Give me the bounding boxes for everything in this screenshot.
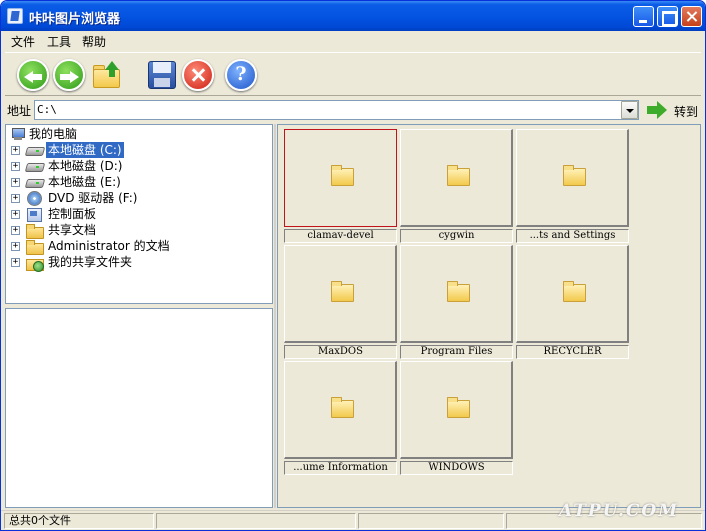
thumbnail-item[interactable]: MaxDOS — [284, 245, 397, 361]
folder-icon — [331, 396, 354, 418]
status-file-count: 总共0个文件 — [4, 513, 154, 529]
folder-icon — [25, 223, 44, 239]
tree-item-label: 共享文档 — [48, 223, 97, 237]
thumbnail-caption: WINDOWS — [400, 461, 513, 475]
thumbnail-caption: ...ts and Settings — [516, 229, 629, 243]
toolbar: ? — [5, 52, 701, 96]
expand-icon[interactable]: + — [11, 210, 20, 219]
forward-button[interactable] — [53, 59, 85, 91]
window-title: 咔咔图片浏览器 — [29, 12, 121, 27]
thumbnail-item[interactable]: cygwin — [400, 129, 513, 245]
thumbnail-item[interactable]: Program Files — [400, 245, 513, 361]
expand-icon[interactable]: + — [11, 194, 20, 203]
stop-button[interactable] — [182, 59, 214, 91]
dvd-icon — [25, 191, 43, 206]
thumbnail-caption: ...ume Information — [284, 461, 397, 475]
thumbnail-frame — [284, 245, 397, 343]
folder-icon — [447, 396, 470, 418]
tree-item-label: 控制面板 — [48, 207, 97, 221]
shared-folder-icon — [25, 255, 44, 272]
drive-icon — [25, 159, 43, 173]
thumbnail-caption: clamav-devel — [284, 229, 397, 243]
pane-splitter[interactable] — [274, 124, 276, 508]
up-folder-button[interactable] — [91, 59, 123, 91]
thumbnail-frame — [284, 361, 397, 459]
thumbnail-item[interactable]: ...ts and Settings — [516, 129, 629, 245]
folder-tree[interactable]: 我的电脑 + 本地磁盘 (C:) + 本地磁盘 (D:) + 本地磁盘 (E:)… — [5, 124, 273, 304]
thumbnail-frame — [400, 129, 513, 227]
app-icon[interactable] — [7, 8, 23, 24]
folder-icon — [563, 280, 586, 302]
expand-icon[interactable]: + — [11, 242, 20, 251]
drive-icon — [25, 175, 43, 189]
folder-icon — [25, 239, 44, 255]
go-label: 转到 — [674, 105, 699, 119]
thumbnail-frame — [516, 129, 629, 227]
app-window: 咔咔图片浏览器 文件 工具 帮助 ? 地址 C:\ 转到 我的电脑 + 本地磁盘… — [0, 0, 706, 531]
address-input[interactable]: C:\ — [34, 100, 639, 120]
tree-item-label: 我的共享文件夹 — [48, 255, 133, 269]
thumbnail-caption: MaxDOS — [284, 345, 397, 359]
tree-item-label: 我的电脑 — [29, 127, 78, 141]
folder-icon — [447, 164, 470, 186]
tree-item-label: 本地磁盘 (C:) — [46, 142, 124, 158]
drive-icon — [25, 143, 43, 157]
folder-icon — [447, 280, 470, 302]
close-button[interactable] — [681, 6, 702, 27]
control-panel-icon — [25, 207, 43, 222]
menu-help[interactable]: 帮助 — [82, 33, 106, 50]
thumbnail-item[interactable]: WINDOWS — [400, 361, 513, 477]
minimize-button[interactable] — [633, 6, 654, 27]
forward-arrow-icon — [60, 71, 79, 83]
folder-icon — [563, 164, 586, 186]
thumbnail-caption: cygwin — [400, 229, 513, 243]
thumbnail-item[interactable]: ...ume Information — [284, 361, 397, 477]
expand-icon[interactable]: + — [11, 162, 20, 171]
menu-file[interactable]: 文件 — [11, 33, 35, 50]
folder-icon — [331, 164, 354, 186]
thumbnail-caption: Program Files — [400, 345, 513, 359]
watermark: ATPU.COM — [559, 501, 680, 521]
status-cell-2 — [156, 513, 356, 529]
preview-pane — [5, 308, 273, 508]
tree-item-label: Administrator 的文档 — [48, 239, 170, 253]
go-button[interactable]: 转到 — [647, 100, 703, 120]
maximize-button[interactable] — [657, 6, 678, 27]
thumbnail-frame — [516, 245, 629, 343]
help-button[interactable]: ? — [225, 59, 257, 91]
thumbnail-caption: RECYCLER — [516, 345, 629, 359]
thumbnail-pane[interactable]: clamav-devel cygwin ...ts and Settings M… — [277, 124, 701, 508]
thumbnail-frame — [400, 245, 513, 343]
expand-icon[interactable]: + — [11, 258, 20, 267]
tree-item-label: 本地磁盘 (E:) — [48, 175, 121, 189]
thumbnail-frame — [284, 129, 397, 227]
address-label: 地址 — [7, 104, 32, 118]
tree-item-label: DVD 驱动器 (F:) — [48, 191, 138, 205]
computer-icon — [10, 127, 28, 141]
expand-icon[interactable]: + — [11, 226, 20, 235]
tree-item-label: 本地磁盘 (D:) — [48, 159, 123, 173]
folder-icon — [331, 280, 354, 302]
thumbnail-item[interactable]: clamav-devel — [284, 129, 397, 245]
go-arrow-icon — [647, 101, 667, 119]
status-cell-3 — [358, 513, 504, 529]
title-bar[interactable]: 咔咔图片浏览器 — [1, 1, 705, 31]
address-bar: 地址 C:\ 转到 — [1, 98, 705, 122]
save-button[interactable] — [146, 59, 178, 91]
expand-icon[interactable]: + — [11, 146, 20, 155]
expand-icon[interactable]: + — [11, 178, 20, 187]
menu-tools[interactable]: 工具 — [47, 33, 71, 50]
back-arrow-icon — [24, 71, 42, 83]
thumbnail-item[interactable]: RECYCLER — [516, 245, 629, 361]
address-dropdown-button[interactable] — [621, 101, 638, 119]
menu-bar: 文件 工具 帮助 — [1, 31, 705, 50]
thumbnail-frame — [400, 361, 513, 459]
back-button[interactable] — [17, 59, 49, 91]
